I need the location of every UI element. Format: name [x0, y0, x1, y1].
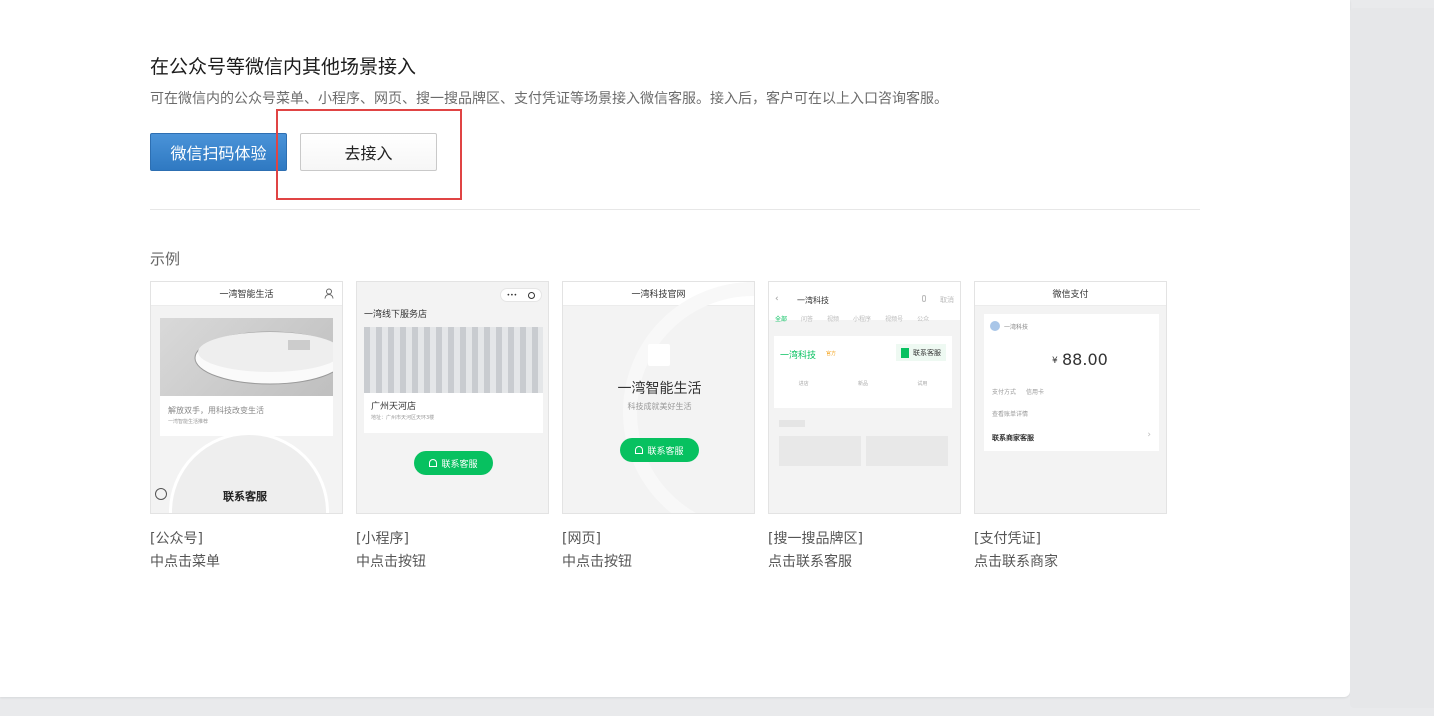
example-webpage-preview: 一湾科技官网 一湾智能生活 科技成就美好生活 联系客服: [562, 281, 755, 514]
example-tag: [搜一搜品牌区]: [768, 531, 863, 547]
merchant-logo-icon: [990, 321, 1000, 331]
web-slogan: 科技成就美好生活: [627, 402, 692, 411]
pay-currency: ¥: [1052, 356, 1058, 366]
web-contact-button: 联系客服: [620, 438, 699, 462]
pay-contact-merchant: 联系商家客服: [992, 434, 1034, 442]
example-payment-receipt-preview: 微信支付 一湾科技 ¥ 88.00 支付方式 信用卡 查看账单详情 联系商家客服…: [974, 281, 1167, 514]
search-query: 一湾科技: [797, 296, 829, 305]
section-title: 在公众号等微信内其他场景接入: [150, 56, 417, 78]
mp-store-title: 一湾线下服务店: [364, 310, 428, 320]
user-icon: [324, 288, 334, 299]
divider: [150, 209, 1200, 210]
right-panel: [1350, 8, 1434, 708]
headset-icon: [635, 446, 644, 454]
examples-label: 示例: [150, 250, 181, 268]
example-official-account-preview: 一湾智能生活 解放双手，用科技改变生活 一湾智能生活推荐 联系客服: [150, 281, 343, 514]
example-desc: 中点击按钮: [562, 554, 632, 570]
mp-shop-address: 地址：广州市天河区天环3楼: [371, 415, 435, 421]
example-desc: 中点击按钮: [356, 554, 426, 570]
example-tag: [小程序]: [356, 531, 409, 547]
mp-store-image: [364, 327, 543, 393]
search-tab: 全部: [775, 316, 788, 323]
search-icon-label: 试用: [917, 381, 928, 387]
oa-banner-image: [160, 318, 333, 396]
mic-icon: [922, 295, 926, 302]
example-search-brand-preview: ‹ 一湾科技 取消 全部 问答 视频 小程序 视频号 公众 一湾科技 官方 联系…: [768, 281, 961, 514]
wechat-scan-button[interactable]: 微信扫码体验: [150, 133, 287, 171]
pay-merchant: 一湾科技: [1004, 324, 1029, 331]
example-mini-program-preview: ••• 一湾线下服务店 广州天河店 地址：广州市天河区天环3楼 联系客服: [356, 281, 549, 514]
oa-menu-contact: 联系客服: [223, 490, 267, 503]
headset-icon: [429, 459, 438, 467]
search-cancel: 取消: [940, 296, 954, 304]
web-brand: 一湾智能生活: [617, 381, 702, 397]
example-tag: [支付凭证]: [974, 531, 1041, 547]
search-tab: 视频号: [885, 316, 904, 323]
example-desc: 中点击菜单: [150, 554, 220, 570]
search-icon-label: 进店: [798, 381, 809, 387]
mp-shop-name: 广州天河店: [371, 402, 417, 412]
example-desc: 点击联系客服: [768, 554, 852, 570]
headset-icon: [901, 347, 909, 358]
close-capsule-icon: [528, 291, 536, 299]
pay-method-label: 支付方式: [992, 389, 1017, 396]
pay-amount: 88.00: [1062, 350, 1108, 369]
oa-sub: 一湾智能生活推荐: [168, 419, 209, 425]
search-tab: 问答: [801, 316, 814, 323]
web-title: 一湾科技官网: [631, 290, 686, 300]
example-tag: [公众号]: [150, 531, 203, 547]
search-contact-button: 联系客服: [896, 344, 946, 361]
search-tab: 公众: [917, 316, 930, 323]
pay-method-value: 信用卡: [1026, 389, 1045, 396]
more-icon: •••: [506, 291, 518, 299]
search-icon-label: 新品: [857, 381, 868, 387]
pay-bill-detail: 查看账单详情: [992, 411, 1029, 418]
back-icon: ‹: [775, 294, 779, 304]
oa-title: 一湾智能生活: [219, 290, 274, 300]
search-brand: 一湾科技: [780, 351, 817, 361]
pay-title: 微信支付: [1052, 290, 1089, 300]
keyboard-icon: [155, 488, 167, 500]
chevron-right-icon: ›: [1147, 430, 1151, 440]
highlight-box: [276, 109, 462, 200]
section-description: 可在微信内的公众号菜单、小程序、网页、搜一搜品牌区、支付凭证等场景接入微信客服。…: [150, 91, 948, 107]
web-logo-icon: [648, 344, 670, 366]
search-tab: 小程序: [853, 316, 872, 323]
search-tab: 视频: [827, 316, 840, 323]
search-badge: 官方: [826, 351, 837, 357]
oa-caption: 解放双手，用科技改变生活: [168, 406, 264, 415]
example-desc: 点击联系商家: [974, 554, 1058, 570]
mp-contact-button: 联系客服: [414, 451, 493, 475]
example-tag: [网页]: [562, 531, 601, 547]
